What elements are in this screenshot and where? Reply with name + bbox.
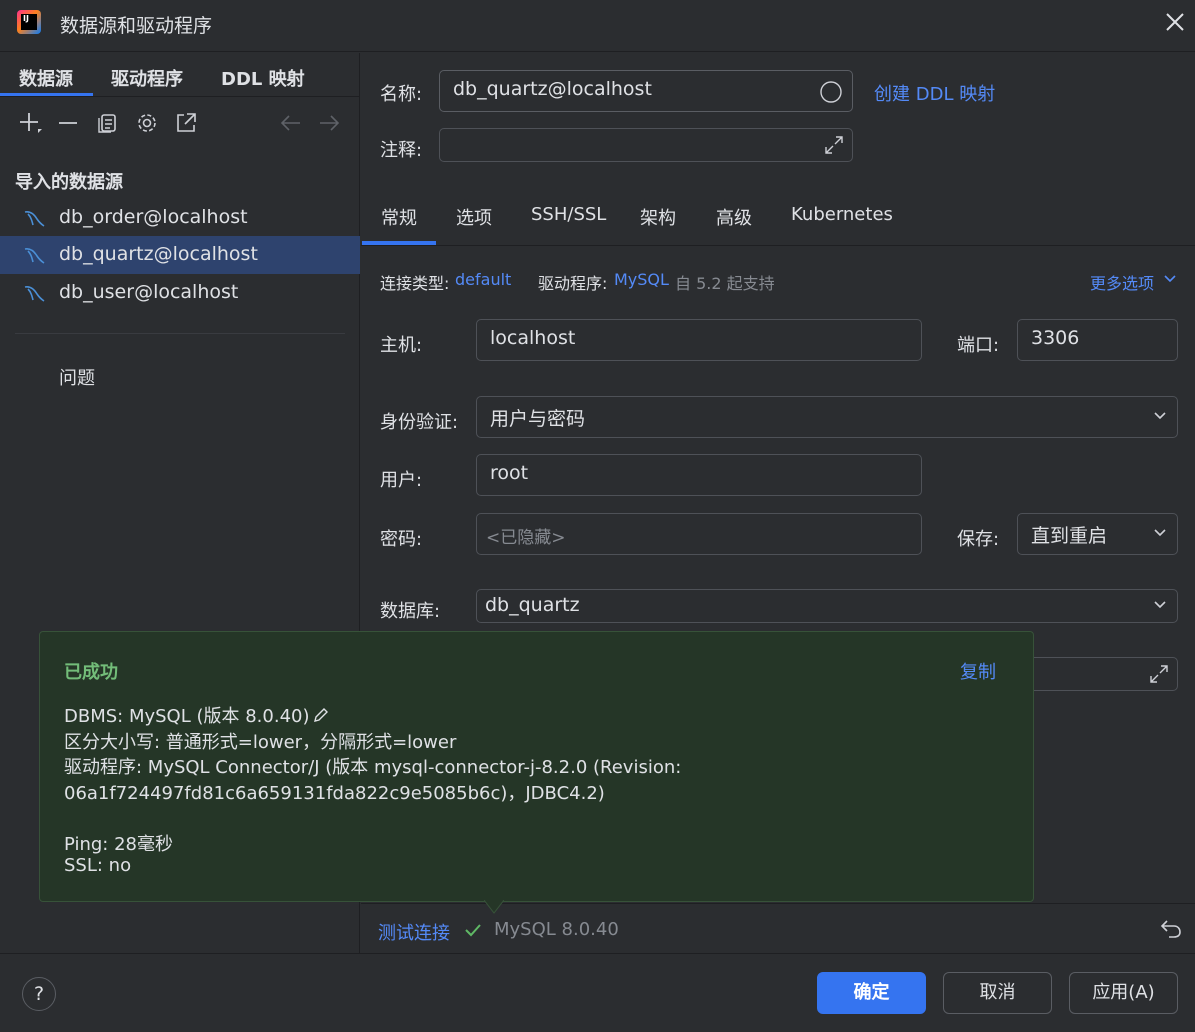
divider	[361, 245, 1195, 246]
password-placeholder: <已隐藏>	[486, 528, 566, 548]
connection-type-label: 连接类型:	[380, 274, 450, 293]
tab-datasources[interactable]: 数据源	[19, 65, 73, 91]
divider	[0, 96, 360, 97]
tab-options[interactable]: 选项	[456, 204, 492, 230]
gear-icon[interactable]	[135, 111, 159, 135]
expand-icon[interactable]	[824, 135, 844, 155]
add-icon[interactable]	[18, 111, 42, 135]
popup-line-case: 区分大小写: 普通形式=lower，分隔形式=lower	[64, 732, 457, 753]
tab-ddl-mappings[interactable]: DDL 映射	[221, 65, 305, 91]
mysql-icon	[24, 211, 45, 227]
datasource-label: db_order@localhost	[59, 206, 248, 228]
save-select[interactable]: 直到重启	[1017, 513, 1178, 555]
auth-select[interactable]: 用户与密码	[476, 396, 1178, 438]
tab-advanced[interactable]: 高级	[716, 204, 752, 230]
forward-arrow-icon[interactable]	[317, 111, 341, 135]
database-value: db_quartz	[485, 594, 580, 616]
color-picker-icon[interactable]	[820, 81, 842, 103]
host-value: localhost	[490, 327, 576, 349]
comment-input[interactable]	[439, 128, 853, 162]
database-label: 数据库:	[380, 601, 441, 622]
popup-line-dbms: DBMS: MySQL (版本 8.0.40)	[64, 706, 310, 727]
remove-icon[interactable]	[56, 111, 80, 135]
connection-type-value[interactable]: default	[455, 270, 511, 289]
host-label: 主机:	[380, 335, 423, 356]
dialog-footer: ? 确定 取消 应用(A)	[0, 953, 1195, 1032]
datasource-label: db_user@localhost	[59, 281, 239, 303]
copy-link[interactable]: 复制	[960, 658, 996, 684]
name-input[interactable]: db_quartz@localhost	[439, 70, 853, 112]
pencil-icon[interactable]	[312, 706, 330, 724]
problems-item[interactable]: 问题	[59, 364, 95, 390]
divider	[15, 333, 345, 334]
popup-line-wrap: DBMS: MySQL (版本 8.0.40)	[64, 702, 330, 728]
chevron-down-icon[interactable]	[1163, 274, 1177, 284]
tab-general[interactable]: 常规	[381, 204, 417, 230]
popup-line-driver: 驱动程序: MySQL Connector/J (版本 mysql-connec…	[64, 757, 682, 778]
driver-note: 自 5.2 起支持	[675, 274, 775, 293]
external-link-icon[interactable]	[174, 111, 198, 135]
user-value: root	[490, 462, 529, 484]
name-value: db_quartz@localhost	[453, 78, 652, 100]
datasource-label: db_quartz@localhost	[59, 243, 258, 265]
more-options-link[interactable]: 更多选项	[1090, 270, 1154, 294]
tab-ssh-ssl[interactable]: SSH/SSL	[531, 204, 606, 225]
help-button[interactable]: ?	[22, 977, 56, 1011]
database-select[interactable]: db_quartz	[476, 589, 1178, 623]
datasource-item[interactable]: db_order@localhost	[0, 199, 360, 237]
name-label: 名称:	[380, 84, 423, 105]
popup-line-ssl: SSL: no	[64, 855, 132, 876]
duplicate-icon[interactable]	[96, 111, 120, 135]
test-result: MySQL 8.0.40	[494, 919, 619, 940]
undo-icon[interactable]	[1159, 917, 1183, 939]
auth-value: 用户与密码	[490, 408, 586, 430]
test-connection-link[interactable]: 测试连接	[378, 919, 450, 945]
mysql-icon	[24, 286, 45, 302]
comment-label: 注释:	[380, 140, 423, 161]
create-ddl-link[interactable]: 创建 DDL 映射	[874, 80, 995, 106]
ok-button[interactable]: 确定	[817, 972, 926, 1014]
tab-schemas[interactable]: 架构	[640, 204, 676, 230]
chevron-down-icon	[1154, 412, 1166, 420]
password-label: 密码:	[380, 529, 423, 550]
title-bar: IJ 数据源和驱动程序	[0, 0, 1195, 52]
auth-label: 身份验证:	[380, 412, 459, 433]
chevron-down-icon	[1154, 601, 1166, 609]
datasource-item-selected[interactable]: db_quartz@localhost	[0, 236, 360, 274]
save-label: 保存:	[957, 529, 1000, 550]
cancel-button[interactable]: 取消	[943, 972, 1052, 1014]
section-title: 导入的数据源	[15, 172, 123, 193]
password-input[interactable]: <已隐藏>	[476, 513, 922, 555]
driver-label: 驱动程序:	[538, 274, 608, 293]
mysql-icon	[24, 248, 45, 264]
user-input[interactable]: root	[476, 454, 922, 496]
tab-kubernetes[interactable]: Kubernetes	[791, 204, 893, 225]
tab-drivers[interactable]: 驱动程序	[111, 65, 183, 91]
datasource-item[interactable]: db_user@localhost	[0, 274, 360, 312]
close-icon[interactable]	[1164, 11, 1186, 33]
app-icon-text: IJ	[23, 14, 29, 23]
port-input[interactable]: 3306	[1017, 319, 1178, 361]
port-label: 端口:	[957, 335, 1000, 356]
expand-icon[interactable]	[1149, 664, 1169, 684]
user-label: 用户:	[380, 470, 423, 491]
chevron-down-icon	[1154, 529, 1166, 537]
popup-title: 已成功	[64, 662, 118, 683]
save-value: 直到重启	[1031, 525, 1108, 547]
back-arrow-icon[interactable]	[279, 111, 303, 135]
window-title: 数据源和驱动程序	[60, 15, 213, 37]
driver-value[interactable]: MySQL	[614, 270, 669, 289]
apply-button[interactable]: 应用(A)	[1069, 972, 1178, 1014]
popup-pointer	[484, 900, 504, 914]
check-icon	[465, 924, 481, 937]
popup-line-revision: 06a1f724497fd81c6a659131fda822c9e5085b6c…	[64, 783, 605, 804]
app-logo-icon: IJ	[17, 10, 41, 34]
port-value: 3306	[1031, 327, 1080, 349]
connection-success-popup: 已成功 复制 DBMS: MySQL (版本 8.0.40) 区分大小写: 普通…	[39, 631, 1034, 914]
popup-line-ping: Ping: 28毫秒	[64, 834, 173, 855]
host-input[interactable]: localhost	[476, 319, 922, 361]
